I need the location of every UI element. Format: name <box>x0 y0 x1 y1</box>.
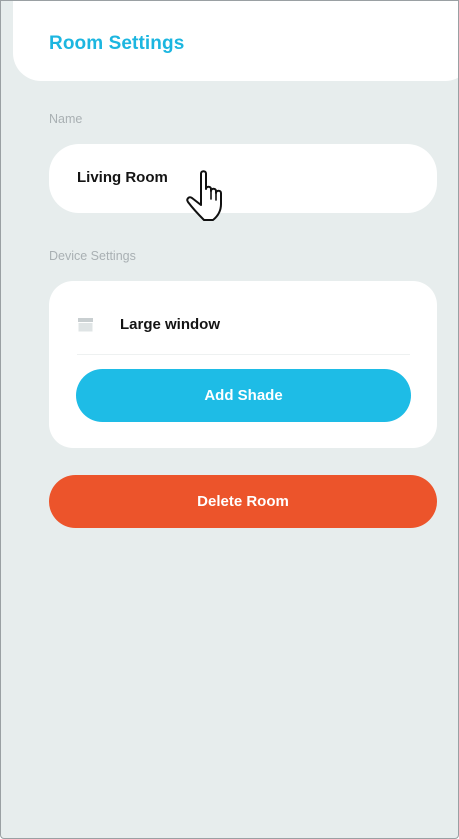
header: Room Settings <box>13 1 458 81</box>
room-name-field[interactable]: Living Room <box>49 144 437 213</box>
room-settings-screen: Room Settings Name Living Room Device Se… <box>0 0 459 839</box>
device-settings-label: Device Settings <box>49 249 136 263</box>
device-settings-card: Large window Add Shade <box>49 281 437 448</box>
window-shade-icon <box>78 318 93 332</box>
add-shade-button[interactable]: Add Shade <box>76 369 411 422</box>
page-title: Room Settings <box>49 33 185 54</box>
delete-room-button[interactable]: Delete Room <box>49 475 437 528</box>
name-section-label: Name <box>49 112 83 126</box>
device-item-large-window[interactable]: Large window <box>120 316 220 333</box>
room-name-value: Living Room <box>77 169 168 186</box>
hand-pointer-cursor-icon <box>186 170 222 221</box>
divider <box>77 354 410 355</box>
